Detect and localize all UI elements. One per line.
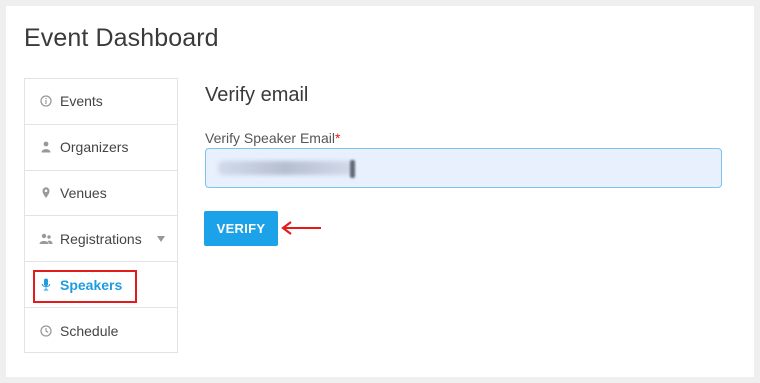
speakers-highlight-annotation [33, 270, 137, 303]
users-icon [39, 232, 53, 246]
email-field-label-text: Verify Speaker Email [205, 130, 335, 146]
clock-icon [39, 324, 53, 338]
text-cursor [350, 160, 355, 178]
sidebar-item-events[interactable]: Events [25, 79, 177, 125]
sidebar-item-registrations[interactable]: Registrations [25, 216, 177, 263]
map-pin-icon [39, 186, 53, 200]
section-title: Verify email [205, 84, 309, 106]
sidebar-item-organizers[interactable]: Organizers [25, 125, 177, 171]
sidebar-item-label: Events [60, 93, 103, 110]
sidebar-item-label: Schedule [60, 322, 119, 339]
sidebar-nav: Events Organizers Venues Registrations S… [24, 78, 178, 353]
sidebar-item-label: Registrations [60, 230, 142, 247]
arrow-left-icon [281, 221, 321, 235]
chevron-down-icon[interactable] [157, 235, 165, 242]
user-icon [39, 140, 53, 154]
verify-button[interactable]: VERIFY [204, 211, 278, 246]
sidebar-item-label: Venues [60, 184, 107, 201]
redacted-email-value [218, 161, 353, 175]
email-field-label: Verify Speaker Email* [205, 130, 340, 146]
info-circle-icon [39, 94, 53, 108]
sidebar-item-schedule[interactable]: Schedule [25, 308, 177, 354]
sidebar-item-label: Organizers [60, 139, 129, 156]
sidebar-item-venues[interactable]: Venues [25, 171, 177, 217]
page-title: Event Dashboard [24, 24, 219, 52]
required-marker: * [334, 130, 341, 146]
